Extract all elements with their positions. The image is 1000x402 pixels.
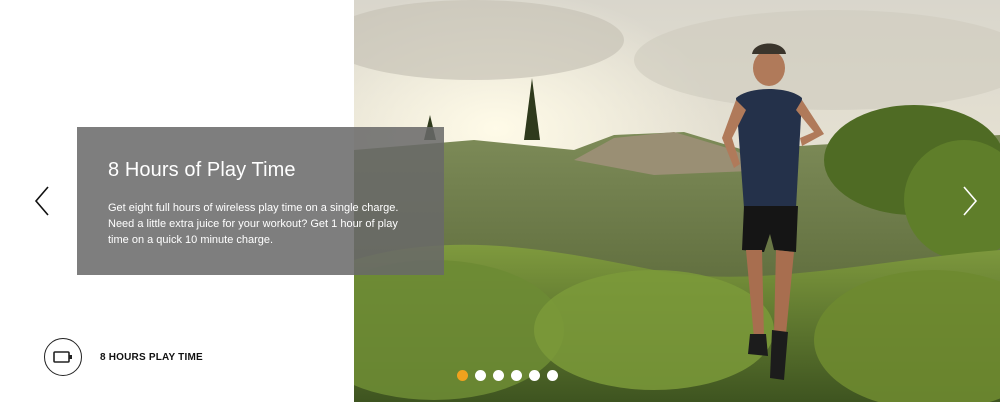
prev-slide-button[interactable] bbox=[30, 181, 54, 221]
slide-title: 8 Hours of Play Time bbox=[108, 159, 296, 181]
pagination-dot-5[interactable] bbox=[529, 370, 540, 381]
pagination-dot-1[interactable] bbox=[457, 370, 468, 381]
pagination-dot-6[interactable] bbox=[547, 370, 558, 381]
next-slide-button[interactable] bbox=[958, 181, 982, 221]
hero-image bbox=[354, 0, 1000, 402]
battery-icon bbox=[44, 338, 82, 376]
pagination-dot-2[interactable] bbox=[475, 370, 486, 381]
feature-label: 8 HOURS PLAY TIME bbox=[100, 351, 203, 363]
chevron-right-icon bbox=[963, 186, 978, 216]
pagination-dot-3[interactable] bbox=[493, 370, 504, 381]
feature-item: 8 HOURS PLAY TIME bbox=[44, 338, 203, 376]
slide-caption: 8 Hours of Play Time Get eight full hour… bbox=[77, 127, 444, 275]
chevron-left-icon bbox=[34, 186, 49, 216]
carousel-pagination bbox=[457, 370, 558, 381]
slide-description: Get eight full hours of wireless play ti… bbox=[108, 202, 399, 246]
pagination-dot-4[interactable] bbox=[511, 370, 522, 381]
